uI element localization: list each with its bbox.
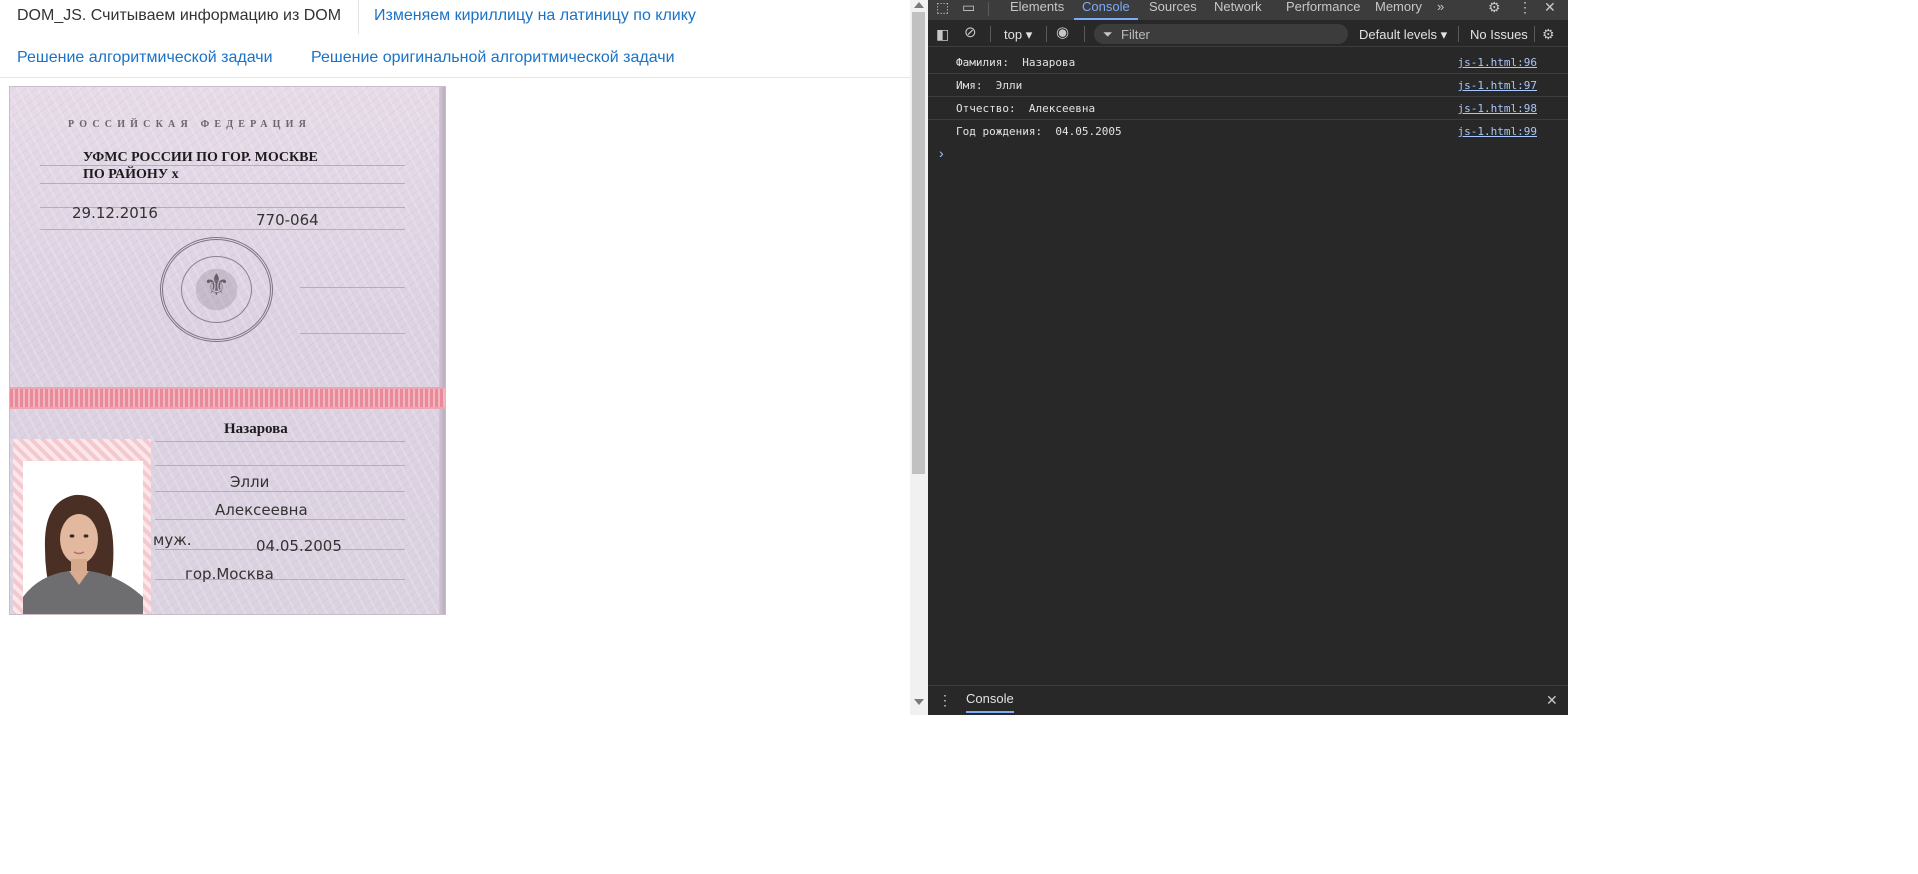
- form-line: [155, 441, 405, 442]
- console-source-link[interactable]: js-1.html:99: [1458, 125, 1537, 138]
- console-messages: Фамилия: Назарова js-1.html:96 Имя: Элли…: [928, 51, 1568, 143]
- console-source-link[interactable]: js-1.html:96: [1458, 56, 1537, 69]
- filter-input[interactable]: ⏷ Filter: [1094, 24, 1348, 44]
- passport-image: РОССИЙСКАЯ ФЕДЕРАЦИЯ УФМС РОССИИ ПО ГОР.…: [9, 86, 446, 615]
- tab-console[interactable]: Console: [1074, 0, 1138, 20]
- passport-header: РОССИЙСКАЯ ФЕДЕРАЦИЯ: [68, 119, 312, 130]
- console-prompt[interactable]: ›: [939, 145, 944, 161]
- issue-date: 29.12.2016: [72, 204, 158, 222]
- patronymic: Алексеевна: [215, 501, 308, 519]
- context-value: top: [1004, 27, 1023, 42]
- console-message-text: Год рождения: 04.05.2005: [956, 125, 1122, 138]
- tab-algorithm-solution[interactable]: Решение алгоритмической задачи: [17, 42, 273, 76]
- tab-performance[interactable]: Performance: [1286, 0, 1360, 20]
- issuer-line-2: ПО РАЙОНУ х: [83, 167, 179, 182]
- console-settings-gear-icon[interactable]: ⚙: [1542, 27, 1555, 41]
- form-line: [155, 519, 405, 520]
- close-drawer-icon[interactable]: ✕: [1546, 693, 1558, 707]
- passport-edge: [439, 87, 445, 614]
- divider: [990, 26, 991, 42]
- inspect-element-icon[interactable]: ⬚: [936, 0, 949, 14]
- form-line: [40, 229, 405, 230]
- issuer-line-1: УФМС РОССИИ ПО ГОР. МОСКВЕ: [83, 150, 318, 165]
- tab-elements[interactable]: Elements: [1010, 0, 1064, 20]
- form-line: [300, 333, 405, 334]
- scroll-down-arrow-icon[interactable]: [914, 699, 924, 705]
- divider: [1458, 26, 1459, 42]
- devtools-drawer: ⋮ Console ✕: [928, 685, 1568, 715]
- tab-dom-read[interactable]: DOM_JS. Считываем информацию из DOM: [0, 0, 360, 34]
- console-message: Фамилия: Назарова js-1.html:96: [928, 51, 1568, 74]
- console-message-text: Имя: Элли: [956, 79, 1023, 92]
- scrollbar-thumb[interactable]: [912, 12, 925, 474]
- issues-counter[interactable]: No Issues: [1470, 27, 1528, 42]
- form-line: [40, 183, 405, 184]
- filter-placeholder: Filter: [1121, 27, 1150, 42]
- birth-place: гор.Москва: [185, 565, 274, 583]
- sex: муж.: [153, 531, 192, 549]
- settings-gear-icon[interactable]: ⚙: [1488, 0, 1501, 14]
- console-source-link[interactable]: js-1.html:97: [1458, 79, 1537, 92]
- filter-funnel-icon: ⏷: [1103, 27, 1113, 41]
- console-message-text: Фамилия: Назарова: [956, 56, 1076, 69]
- divider: [1084, 26, 1085, 42]
- tab-memory[interactable]: Memory: [1375, 0, 1422, 20]
- console-message: Имя: Элли js-1.html:97: [928, 74, 1568, 97]
- console-message: Отчество: Алексеевна js-1.html:98: [928, 97, 1568, 120]
- console-source-link[interactable]: js-1.html:98: [1458, 102, 1537, 115]
- tab-original-algorithm-solution[interactable]: Решение оригинальной алгоритмической зад…: [311, 42, 675, 76]
- form-line: [300, 287, 405, 288]
- log-levels-dropdown[interactable]: Default levels ▾: [1359, 27, 1447, 43]
- devtools-tabbar: ⬚ ▭ Elements Console Sources Network Per…: [928, 0, 1568, 20]
- tabs-row-1: DOM_JS. Считываем информацию из DOM Изме…: [0, 0, 910, 34]
- department-code: 770-064: [256, 211, 319, 229]
- tabs-row-2: Решение алгоритмической задачи Решение о…: [0, 42, 910, 78]
- first-name: Элли: [230, 473, 270, 491]
- form-line: [155, 465, 405, 466]
- more-options-icon[interactable]: ⋮: [1518, 0, 1532, 14]
- eagle-emblem-icon: ⚜: [203, 269, 230, 302]
- page-viewport: DOM_JS. Считываем информацию из DOM Изме…: [0, 0, 910, 715]
- divider: [1046, 26, 1047, 42]
- page-scrollbar[interactable]: [910, 0, 928, 715]
- console-toolbar: ◧ ⊘ top ▾ ◉ ⏷ Filter Default levels ▾ No…: [928, 21, 1568, 47]
- surname: Назарова: [224, 421, 288, 437]
- log-levels-value: Default levels: [1359, 27, 1438, 42]
- form-line: [155, 491, 405, 492]
- console-message-text: Отчество: Алексеевна: [956, 102, 1096, 115]
- divider: [1534, 26, 1535, 42]
- portrait-icon: [23, 461, 143, 614]
- photo-frame: [13, 439, 151, 614]
- page-divider-band: [10, 387, 445, 409]
- divider: [988, 2, 989, 16]
- drawer-menu-icon[interactable]: ⋮: [938, 693, 952, 707]
- clear-console-icon[interactable]: ⊘: [964, 25, 977, 40]
- tab-cyrillic-to-latin[interactable]: Изменяем кириллицу на латиницу по клику: [374, 0, 696, 34]
- stamp-seal: ⚜: [160, 237, 273, 342]
- tab-network[interactable]: Network: [1214, 0, 1262, 20]
- context-selector[interactable]: top ▾: [1004, 27, 1032, 43]
- live-expression-eye-icon[interactable]: ◉: [1056, 25, 1069, 40]
- drawer-tab-console[interactable]: Console: [966, 691, 1014, 713]
- devtools-panel: ⬚ ▭ Elements Console Sources Network Per…: [928, 0, 1568, 715]
- device-toolbar-icon[interactable]: ▭: [962, 0, 975, 14]
- more-tabs-icon[interactable]: »: [1437, 0, 1444, 20]
- close-devtools-icon[interactable]: ✕: [1544, 0, 1556, 14]
- tab-sources[interactable]: Sources: [1149, 0, 1197, 20]
- birth-date: 04.05.2005: [256, 537, 342, 555]
- portrait-photo: [23, 461, 143, 614]
- show-sidebar-icon[interactable]: ◧: [936, 27, 949, 41]
- console-message: Год рождения: 04.05.2005 js-1.html:99: [928, 120, 1568, 143]
- scroll-up-arrow-icon[interactable]: [914, 2, 924, 8]
